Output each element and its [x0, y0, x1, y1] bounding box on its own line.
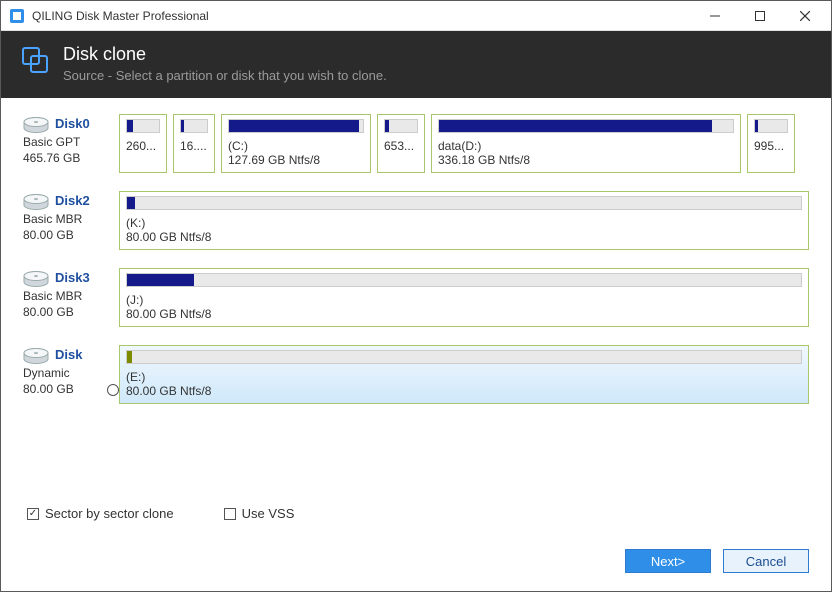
partition-info: 80.00 GB Ntfs/8 [126, 307, 802, 321]
app-title: QILING Disk Master Professional [32, 9, 692, 23]
disk-info: Disk3 Basic MBR80.00 GB [23, 268, 119, 327]
partition-info: 653... [384, 139, 418, 153]
disk-icon [23, 194, 49, 212]
disk-name: Disk [55, 347, 82, 362]
partition[interactable]: (K:)80.00 GB Ntfs/8 [119, 191, 809, 250]
disk-size: 80.00 GB [23, 228, 119, 244]
partition-info: 260... [126, 139, 160, 153]
disk-type: Basic MBR [23, 212, 119, 228]
partition[interactable]: 16.... [173, 114, 215, 173]
partition[interactable]: (J:)80.00 GB Ntfs/8 [119, 268, 809, 327]
partition-list: (E:)80.00 GB Ntfs/8 [119, 345, 809, 404]
disk-size: 80.00 GB [23, 382, 119, 398]
partition-info: 80.00 GB Ntfs/8 [126, 230, 802, 244]
partition-info: 80.00 GB Ntfs/8 [126, 384, 802, 398]
partition[interactable]: data(D:)336.18 GB Ntfs/8 [431, 114, 741, 173]
partition-info: 127.69 GB Ntfs/8 [228, 153, 364, 167]
partition-label: (E:) [126, 370, 802, 384]
disk-row[interactable]: Disk2Basic MBR80.00 GB(K:)80.00 GB Ntfs/… [23, 191, 809, 250]
disk-icon [23, 271, 49, 289]
cancel-button[interactable]: Cancel [723, 549, 809, 573]
disk-info: Disk Dynamic80.00 GB [23, 345, 119, 404]
usage-bar [384, 119, 418, 133]
disk-size: 465.76 GB [23, 151, 119, 167]
usage-bar [754, 119, 788, 133]
disk-name: Disk2 [55, 193, 90, 208]
page-title: Disk clone [63, 44, 387, 65]
titlebar: QILING Disk Master Professional [1, 1, 831, 31]
disk-name: Disk0 [55, 116, 90, 131]
partition-list: (K:)80.00 GB Ntfs/8 [119, 191, 809, 250]
partition[interactable]: 260... [119, 114, 167, 173]
disk-type: Basic GPT [23, 135, 119, 151]
disk-info: Disk0 Basic GPT465.76 GB [23, 114, 119, 173]
partition[interactable]: (E:)80.00 GB Ntfs/8 [119, 345, 809, 404]
maximize-button[interactable] [737, 2, 782, 30]
disk-size: 80.00 GB [23, 305, 119, 321]
usage-bar [126, 119, 160, 133]
disk-type: Dynamic [23, 366, 119, 382]
page-subtitle: Source - Select a partition or disk that… [63, 68, 387, 83]
options-row: ✓ Sector by sector clone Use VSS [1, 502, 831, 539]
partition-list: 260... 16.... (C:)127.69 GB Ntfs/8 653... da… [119, 114, 809, 173]
partition-list: (J:)80.00 GB Ntfs/8 [119, 268, 809, 327]
page-header: Disk clone Source - Select a partition o… [1, 31, 831, 98]
sector-checkbox[interactable]: ✓ Sector by sector clone [27, 506, 174, 521]
footer: Next> Cancel [1, 539, 831, 591]
disk-icon [23, 117, 49, 135]
clone-icon [21, 46, 49, 74]
disk-info: Disk2 Basic MBR80.00 GB [23, 191, 119, 250]
disk-name: Disk3 [55, 270, 90, 285]
partition-label: (K:) [126, 216, 802, 230]
partition-info: 336.18 GB Ntfs/8 [438, 153, 734, 167]
disk-icon [23, 348, 49, 366]
vss-label: Use VSS [242, 506, 295, 521]
app-window: QILING Disk Master Professional Disk clo… [0, 0, 832, 592]
disk-row[interactable]: Disk0 Basic GPT465.76 GB 260... 16.... (C:)1… [23, 114, 809, 173]
disk-list: Disk0 Basic GPT465.76 GB 260... 16.... (C:)1… [1, 98, 831, 502]
vss-checkbox[interactable]: Use VSS [224, 506, 295, 521]
usage-bar [180, 119, 208, 133]
usage-bar [126, 350, 802, 364]
next-button[interactable]: Next> [625, 549, 711, 573]
partition-label: data(D:) [438, 139, 734, 153]
partition[interactable]: 653... [377, 114, 425, 173]
disk-type: Basic MBR [23, 289, 119, 305]
usage-bar [438, 119, 734, 133]
partition-label: (C:) [228, 139, 364, 153]
disk-radio[interactable] [107, 384, 119, 396]
close-button[interactable] [782, 2, 827, 30]
usage-bar [126, 273, 802, 287]
usage-bar [126, 196, 802, 210]
app-icon [9, 8, 25, 24]
disk-row[interactable]: DiskDynamic80.00 GB(E:)80.00 GB Ntfs/8 [23, 345, 809, 404]
usage-bar [228, 119, 364, 133]
sector-label: Sector by sector clone [45, 506, 174, 521]
partition-label: (J:) [126, 293, 802, 307]
partition-info: 16.... [180, 139, 208, 153]
disk-row[interactable]: Disk3Basic MBR80.00 GB(J:)80.00 GB Ntfs/… [23, 268, 809, 327]
minimize-button[interactable] [692, 2, 737, 30]
partition[interactable]: 995... [747, 114, 795, 173]
partition-info: 995... [754, 139, 788, 153]
partition[interactable]: (C:)127.69 GB Ntfs/8 [221, 114, 371, 173]
